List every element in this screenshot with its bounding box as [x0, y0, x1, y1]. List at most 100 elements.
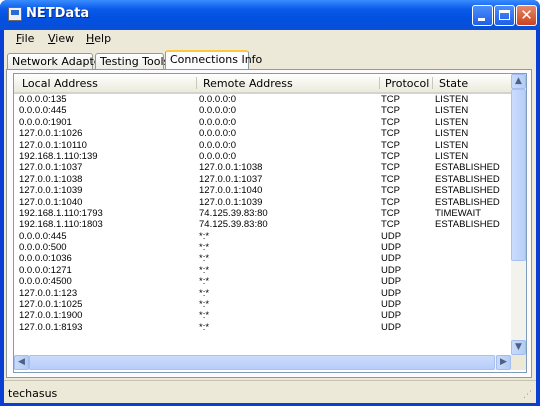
state-cell: LISTEN: [435, 150, 469, 162]
scroll-up-button[interactable]: ▲: [511, 74, 526, 89]
table-row[interactable]: 127.0.0.1:8193 *:* UDP: [14, 322, 511, 333]
table-row[interactable]: 192.168.1.110:139 0.0.0.0:0 TCP LISTEN: [14, 151, 511, 162]
table-row[interactable]: 0.0.0.0:4500 *:* UDP: [14, 276, 511, 287]
protocol-cell: TCP: [381, 219, 400, 231]
chevron-left-icon: ◀: [18, 357, 25, 367]
table-row[interactable]: 0.0.0.0:445 *:* UDP: [14, 231, 511, 242]
column-header-local-address[interactable]: Local Address: [22, 77, 98, 90]
local-address-cell: 127.0.0.1:1026: [19, 128, 83, 140]
column-header-state[interactable]: State: [439, 77, 468, 90]
column-divider[interactable]: [196, 77, 197, 89]
remote-address-cell: 0.0.0.0:0: [199, 116, 236, 128]
table-row[interactable]: 127.0.0.1:1025 *:* UDP: [14, 299, 511, 310]
table-row[interactable]: 127.0.0.1:1026 0.0.0.0:0 TCP LISTEN: [14, 128, 511, 139]
column-header-protocol[interactable]: Protocol: [385, 77, 429, 90]
remote-address-cell: 127.0.0.1:1037: [199, 173, 263, 185]
tab-connections-info[interactable]: Connections Info: [165, 50, 262, 70]
column-divider[interactable]: [379, 77, 380, 89]
remote-address-cell: *:*: [199, 264, 210, 276]
local-address-cell: 127.0.0.1:1037: [19, 162, 83, 174]
local-address-cell: 0.0.0.0:135: [19, 94, 67, 105]
state-cell: LISTEN: [435, 139, 469, 151]
table-row[interactable]: 0.0.0.0:1036 *:* UDP: [14, 253, 511, 264]
protocol-cell: UDP: [381, 253, 402, 265]
table-row[interactable]: 0.0.0.0:1271 *:* UDP: [14, 265, 511, 276]
scrollbar-corner: [511, 355, 526, 370]
table-row[interactable]: 0.0.0.0:500 *:* UDP: [14, 242, 511, 253]
local-address-cell: 0.0.0.0:1901: [19, 116, 72, 128]
local-address-cell: 127.0.0.1:1900: [19, 310, 83, 322]
scroll-left-button[interactable]: ◀: [14, 355, 29, 370]
state-cell: ESTABLISHED: [435, 173, 500, 185]
remote-address-cell: *:*: [199, 299, 210, 311]
remote-address-cell: *:*: [199, 287, 210, 299]
minimize-icon: [478, 18, 485, 21]
protocol-cell: UDP: [381, 230, 402, 242]
remote-address-cell: *:*: [199, 321, 210, 333]
status-bar: techasus ⋰: [4, 380, 536, 403]
protocol-cell: TCP: [381, 150, 400, 162]
scroll-right-button[interactable]: ▶: [496, 355, 511, 370]
protocol-cell: UDP: [381, 242, 402, 254]
remote-address-cell: 0.0.0.0:0: [199, 139, 236, 151]
table-row[interactable]: 127.0.0.1:1040 127.0.0.1:1039 TCP ESTABLISH…: [14, 197, 511, 208]
chevron-up-icon: ▲: [515, 76, 522, 86]
state-cell: ESTABLISHED: [435, 162, 500, 174]
vertical-scrollbar[interactable]: ▲ ▼: [511, 74, 526, 355]
menu-view[interactable]: View: [48, 32, 74, 45]
tab-network-adapters[interactable]: Network Adapters: [7, 53, 111, 69]
local-address-cell: 0.0.0.0:1036: [19, 253, 72, 265]
close-button[interactable]: ✕: [516, 5, 537, 26]
maximize-icon: [499, 10, 510, 20]
state-cell: LISTEN: [435, 105, 469, 117]
remote-address-cell: *:*: [199, 310, 210, 322]
vertical-scroll-thumb[interactable]: [511, 89, 526, 261]
connections-list[interactable]: Local Address Remote Address Protocol St…: [13, 73, 527, 373]
minimize-button[interactable]: [472, 5, 493, 26]
state-cell: TIMEWAIT: [435, 207, 482, 219]
protocol-cell: TCP: [381, 139, 400, 151]
column-divider[interactable]: [432, 77, 433, 89]
remote-address-cell: 0.0.0.0:0: [199, 150, 236, 162]
table-row[interactable]: 127.0.0.1:123 *:* UDP: [14, 288, 511, 299]
table-row[interactable]: 127.0.0.1:1039 127.0.0.1:1040 TCP ESTABLISH…: [14, 185, 511, 196]
table-row[interactable]: 192.168.1.110:1803 74.125.39.83:80 TCP ESTA…: [14, 219, 511, 230]
table-row[interactable]: 127.0.0.1:1038 127.0.0.1:1037 TCP ESTABLISH…: [14, 174, 511, 185]
protocol-cell: TCP: [381, 207, 400, 219]
horizontal-scroll-thumb[interactable]: [29, 355, 495, 370]
remote-address-cell: 0.0.0.0:0: [199, 105, 236, 117]
maximize-button[interactable]: [494, 5, 515, 26]
table-row[interactable]: 127.0.0.1:1037 127.0.0.1:1038 TCP ESTABLISH…: [14, 162, 511, 173]
list-header: Local Address Remote Address Protocol St…: [14, 74, 511, 94]
table-row[interactable]: 127.0.0.1:10110 0.0.0.0:0 TCP LISTEN: [14, 140, 511, 151]
remote-address-cell: 74.125.39.83:80: [199, 219, 268, 231]
column-header-remote-address[interactable]: Remote Address: [203, 77, 293, 90]
local-address-cell: 127.0.0.1:1039: [19, 185, 83, 197]
table-row[interactable]: 0.0.0.0:445 0.0.0.0:0 TCP LISTEN: [14, 105, 511, 116]
title-bar[interactable]: NETData ✕: [0, 0, 540, 30]
table-row[interactable]: 127.0.0.1:1900 *:* UDP: [14, 310, 511, 321]
local-address-cell: 0.0.0.0:1271: [19, 264, 72, 276]
scroll-down-button[interactable]: ▼: [511, 340, 526, 355]
protocol-cell: UDP: [381, 310, 402, 322]
local-address-cell: 127.0.0.1:1038: [19, 173, 83, 185]
tab-testing-tools[interactable]: Testing Tools: [95, 53, 169, 69]
remote-address-cell: *:*: [199, 253, 210, 265]
client-area: File View Help Network Adapters Testing …: [4, 30, 536, 403]
horizontal-scrollbar[interactable]: ◀ ▶: [14, 355, 511, 370]
menu-help[interactable]: Help: [86, 32, 111, 45]
remote-address-cell: *:*: [199, 230, 210, 242]
local-address-cell: 127.0.0.1:10110: [19, 139, 87, 151]
table-row[interactable]: 0.0.0.0:1901 0.0.0.0:0 TCP LISTEN: [14, 117, 511, 128]
protocol-cell: UDP: [381, 321, 402, 333]
state-cell: ESTABLISHED: [435, 219, 500, 231]
menu-bar: File View Help: [4, 30, 536, 48]
table-row[interactable]: 0.0.0.0:135 0.0.0.0:0 TCP LISTEN: [14, 94, 511, 105]
protocol-cell: TCP: [381, 185, 400, 197]
local-address-cell: 0.0.0.0:445: [19, 230, 67, 242]
resize-grip-icon[interactable]: ⋰: [523, 390, 533, 400]
protocol-cell: UDP: [381, 264, 402, 276]
menu-file[interactable]: File: [16, 32, 34, 45]
tab-strip: Network Adapters Testing Tools Connectio…: [4, 50, 536, 70]
table-row[interactable]: 192.168.1.110:1793 74.125.39.83:80 TCP TIME…: [14, 208, 511, 219]
